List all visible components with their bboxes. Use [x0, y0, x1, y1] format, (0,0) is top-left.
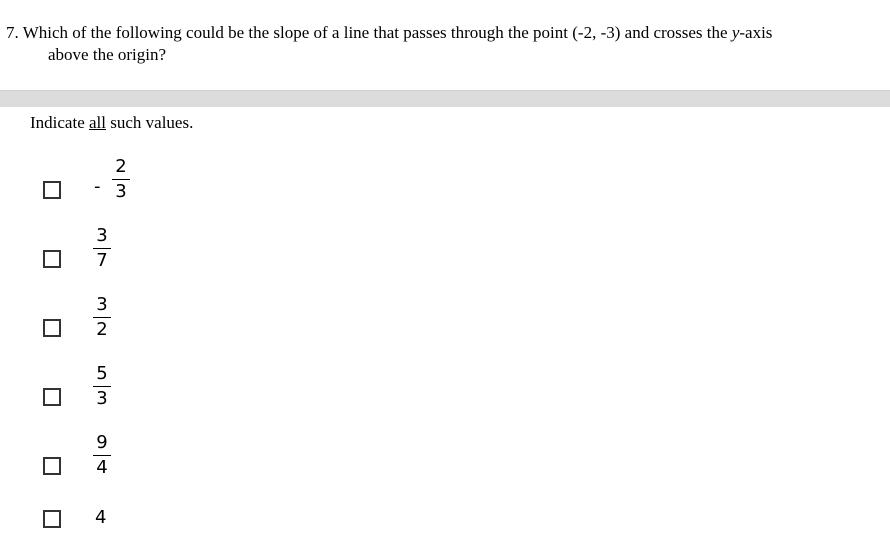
fraction-bar — [93, 386, 111, 387]
choice-5-denominator: 4 — [96, 457, 108, 478]
choice-1-sign: - — [94, 176, 101, 197]
choice-1-numerator: 2 — [115, 156, 127, 177]
choice-3-numerator: 3 — [96, 294, 108, 315]
choice-2-checkbox[interactable] — [43, 250, 61, 268]
instruction-underlined: all — [89, 113, 106, 132]
fraction-bar — [93, 455, 111, 456]
answer-choice-6: 4 — [0, 0, 300, 528]
fraction-bar — [93, 317, 111, 318]
choice-4-fraction: 5 3 — [93, 364, 111, 409]
choice-2-numerator: 3 — [96, 225, 108, 246]
fraction-bar — [112, 179, 130, 180]
choice-3-checkbox[interactable] — [43, 319, 61, 337]
choice-4-denominator: 3 — [96, 388, 108, 409]
choice-4-checkbox[interactable] — [43, 388, 61, 406]
choice-4-numerator: 5 — [96, 363, 108, 384]
instruction-text: Indicate all such values. — [30, 112, 193, 134]
instruction-after: such values. — [106, 113, 194, 132]
question-line1-end: -axis — [739, 23, 773, 42]
choice-6-checkbox[interactable] — [43, 510, 61, 528]
choice-2-fraction: 3 7 — [93, 226, 111, 271]
fraction-bar — [93, 248, 111, 249]
section-divider — [0, 90, 890, 107]
choice-1-denominator: 3 — [115, 181, 127, 202]
choice-1-checkbox[interactable] — [43, 181, 61, 199]
choice-5-checkbox[interactable] — [43, 457, 61, 475]
choice-2-denominator: 7 — [96, 250, 108, 271]
instruction-before: Indicate — [30, 113, 89, 132]
choice-5-fraction: 9 4 — [93, 433, 111, 478]
choice-6-value: 4 — [95, 507, 107, 528]
choice-3-fraction: 3 2 — [93, 295, 111, 340]
choice-3-denominator: 2 — [96, 319, 108, 340]
choice-1-fraction: 2 3 — [112, 157, 130, 202]
choice-5-numerator: 9 — [96, 432, 108, 453]
